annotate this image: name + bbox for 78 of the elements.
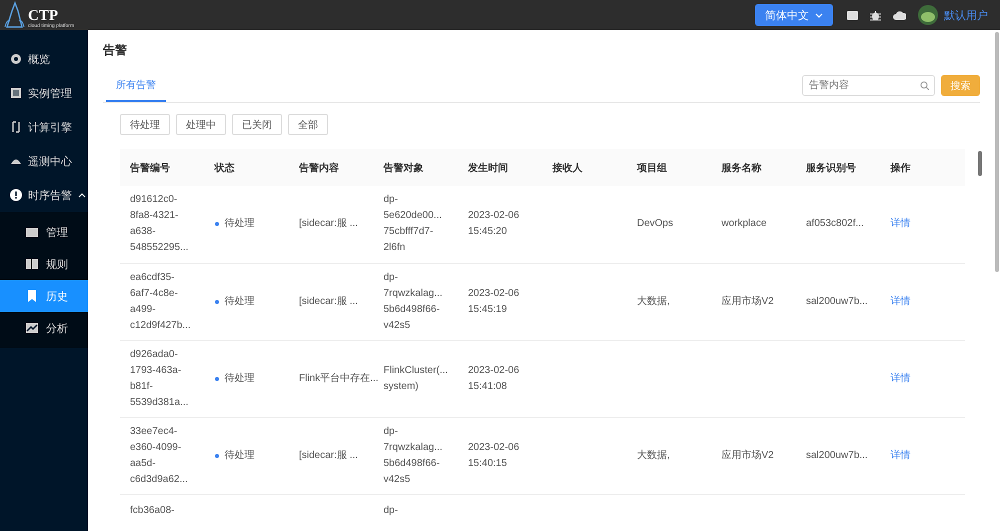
eye-icon — [10, 53, 22, 65]
column-header: 接收人 — [542, 149, 627, 186]
sidebar-item[interactable]: 概览 — [0, 42, 88, 76]
table-cell: 2023-02-06 15:45:20 — [458, 186, 542, 263]
caret-icon — [78, 192, 86, 198]
table-cell: dp- 7rqwzkalag... 5b6d498f66- v42s5 — [374, 417, 458, 494]
logo-text: CTP — [28, 9, 58, 24]
cloud-icon — [893, 10, 906, 20]
table-cell: fcb36a08- — [120, 494, 204, 531]
chart-icon — [26, 322, 38, 334]
table-cell: [sidecar:服 ... — [289, 263, 374, 340]
sidebar-item[interactable]: 计算引擎 — [0, 110, 88, 144]
table-cell: 2023-02-06 15:45:19 — [458, 263, 542, 340]
user-name[interactable]: 默认用户 — [944, 8, 988, 22]
caret-icon — [815, 12, 823, 18]
window-icon — [847, 10, 858, 20]
sidebar-item[interactable]: 规则 — [0, 248, 88, 280]
table-cell: 2023-02-06 15:40:15 — [458, 417, 542, 494]
table-cell: workplace — [712, 186, 796, 263]
table-cell: sal200uw7b... — [796, 417, 880, 494]
table-cell: 33ee7ec4- e360-4099- aa5d- c6d3d9a62... — [120, 417, 204, 494]
table-cell: ea6cdf35- 6af7-4c8e- a499- c12d9f427b... — [120, 263, 204, 340]
table-cell: dp- — [374, 494, 458, 531]
details-link[interactable]: 详情 — [890, 450, 910, 460]
status-text: 待处理 — [214, 294, 254, 310]
table-cell: 应用市场V2 — [712, 417, 796, 494]
search-icon — [920, 81, 929, 90]
column-header: 发生时间 — [458, 149, 542, 186]
table-cell: af053c802f... — [796, 186, 880, 263]
status-text: 待处理 — [214, 370, 254, 386]
column-header: 服务识别号 — [796, 149, 880, 186]
table-cell: dp- 7rqwzkalag... 5b6d498f66- v42s5 — [374, 263, 458, 340]
filter-button[interactable]: 处理中 — [176, 114, 226, 135]
language-button[interactable]: 简体中文 — [755, 4, 833, 26]
tab[interactable]: 所有告警 — [106, 70, 166, 102]
column-header: 操作 — [880, 149, 965, 186]
details-link[interactable]: 详情 — [890, 218, 910, 230]
details-link[interactable]: 详情 — [890, 372, 910, 384]
table-cell: d926ada0- 1793-463a- b81f- 5539d381a... — [120, 340, 204, 417]
table-cell: sal200uw7b... — [796, 263, 880, 340]
table-cell: [sidecar:服 ... — [289, 417, 374, 494]
status-text: 待处理 — [214, 448, 254, 464]
scrollbar-thumb[interactable] — [978, 151, 982, 176]
column-header: 告警对象 — [374, 149, 458, 186]
table-cell: d91612c0- 8fa8-4321- a638- 548552295... — [120, 186, 204, 263]
book-icon — [10, 87, 22, 99]
column-header: 状态 — [204, 149, 289, 186]
search-field[interactable]: 告警内容 — [802, 75, 935, 96]
bug-icon — [870, 10, 881, 20]
sidebar-item[interactable]: 分析 — [0, 312, 88, 344]
filter-button[interactable]: 全部 — [288, 114, 328, 135]
filter-button[interactable]: 已关闭 — [232, 114, 282, 135]
column-header: 项目组 — [627, 149, 712, 186]
details-link[interactable]: 详情 — [890, 296, 910, 306]
sidebar-item[interactable]: 时序告警 — [0, 178, 88, 212]
bookmark-icon — [26, 290, 38, 302]
columns-icon — [26, 258, 38, 270]
bracket-icon — [10, 121, 22, 133]
sidebar-item[interactable]: 管理 — [0, 216, 88, 248]
sidebar-item[interactable]: 遥测中心 — [0, 144, 88, 178]
column-header: 告警编号 — [120, 149, 204, 186]
table-cell: 大数据, — [627, 417, 712, 494]
table-cell: DevOps — [627, 186, 712, 263]
avatar-icon — [918, 5, 938, 25]
filter-button[interactable]: 待处理 — [120, 114, 170, 135]
page-title: 告警 — [103, 42, 128, 59]
alert-icon — [10, 189, 22, 201]
table-cell: 应用市场V2 — [712, 263, 796, 340]
folder-icon — [26, 226, 38, 238]
table-cell: 2023-02-06 15:41:08 — [458, 340, 542, 417]
column-header: 服务名称 — [712, 149, 796, 186]
table-cell: [sidecar:服 ... — [289, 186, 374, 263]
column-header: 告警内容 — [289, 149, 374, 186]
status-text: 待处理 — [214, 216, 254, 232]
table-cell: 大数据, — [627, 263, 712, 340]
scrollbar-thumb[interactable] — [995, 32, 999, 272]
sidebar-item[interactable]: 实例管理 — [0, 76, 88, 110]
table-cell: dp- 5e620de00... 75cbfff7d7- 2l6fn — [374, 186, 458, 263]
